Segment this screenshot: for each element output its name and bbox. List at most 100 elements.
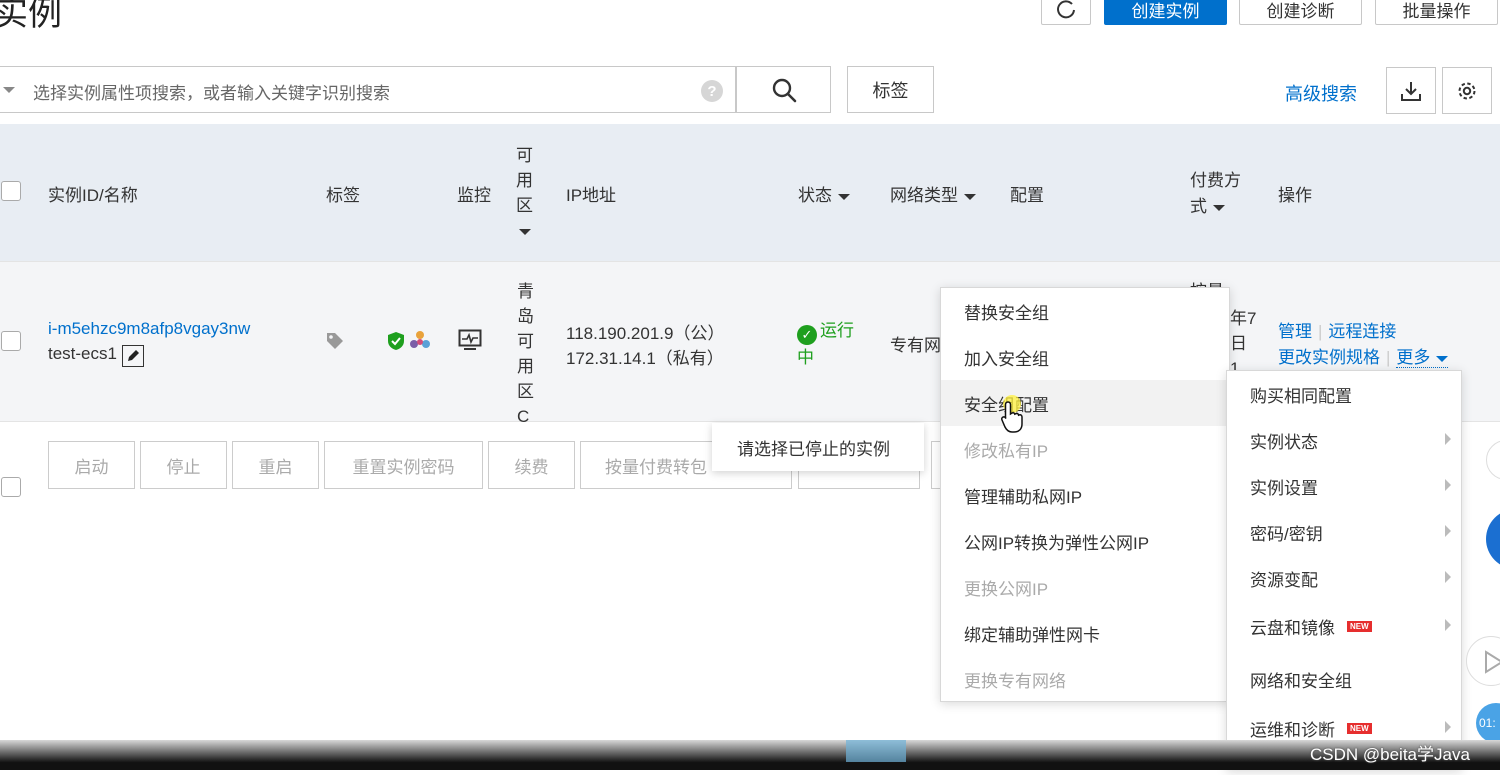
submenu-item[interactable]: 管理辅助私网IP (941, 472, 1229, 518)
tag-icon[interactable] (325, 331, 345, 351)
tag-filter-button[interactable]: 标签 (847, 66, 934, 113)
network-filter-icon[interactable] (964, 193, 976, 200)
submenu-item[interactable]: 安全组配置 (941, 380, 1229, 426)
action-separator: | (1318, 322, 1323, 341)
submenu-item[interactable]: 绑定辅助弹性网卡 (941, 610, 1229, 656)
more-menu-item-label: 密码/密钥 (1250, 524, 1323, 544)
more-menu-item[interactable]: 密码/密钥 (1227, 509, 1461, 555)
gear-icon (1458, 82, 1476, 99)
zone-filter-icon[interactable] (519, 228, 531, 235)
security-shield-icon[interactable] (387, 331, 405, 351)
submenu-item: 修改私有IP (964, 441, 1049, 461)
start-button[interactable]: 启动 (48, 441, 135, 489)
column-zone[interactable]: 可用区 (516, 143, 544, 243)
ip-public: 118.190.201.9（公） (566, 324, 725, 343)
play-icon (1485, 650, 1500, 674)
ip-private: 172.31.14.1（私有） (566, 349, 724, 368)
chevron-right-icon (1445, 433, 1451, 445)
row-actions-line-1: 管理 | 远程连接 (1278, 317, 1396, 342)
advanced-search-link[interactable]: 高级搜索 (1285, 80, 1357, 106)
download-icon (1401, 81, 1421, 101)
column-actions: 操作 (1278, 186, 1312, 205)
search-button[interactable] (736, 66, 831, 113)
settings-button[interactable] (1442, 67, 1492, 114)
hand-cursor-icon (1001, 401, 1023, 433)
floating-widget-1[interactable] (1486, 440, 1500, 480)
status-badge: ✓ 运行中 (797, 318, 863, 370)
video-control-bar-background (0, 740, 1500, 770)
more-dropdown[interactable]: 更多 (1396, 348, 1449, 368)
submenu-item[interactable]: 公网IP转换为弹性公网IP (941, 518, 1229, 564)
submenu-item: 更换专有网络 (964, 671, 1066, 691)
row-checkbox[interactable] (1, 331, 21, 351)
more-menu-item-label: 实例状态 (1250, 432, 1318, 452)
chevron-right-icon (1445, 721, 1451, 733)
stop-button[interactable]: 停止 (140, 441, 227, 489)
search-icon (772, 78, 796, 102)
search-input[interactable]: 选择实例属性项搜索，或者输入关键字识别搜索 ? (0, 66, 736, 113)
column-status[interactable]: 状态 (798, 181, 850, 206)
chevron-down-icon (1436, 355, 1449, 362)
remote-connect-link[interactable]: 远程连接 (1328, 322, 1396, 341)
more-menu-item[interactable]: 网络和安全组 (1227, 656, 1461, 702)
status-filter-icon[interactable] (838, 193, 850, 200)
row-actions-line-2: 更改实例规格 | 更多 (1278, 343, 1449, 368)
floating-play-button[interactable] (1466, 636, 1500, 686)
more-menu-item[interactable]: 实例设置 (1227, 463, 1461, 509)
chevron-right-icon (1445, 479, 1451, 491)
new-badge: NEW (1347, 722, 1372, 734)
create-instance-button[interactable]: 创建实例 (1104, 0, 1227, 25)
monitor-icon[interactable] (458, 329, 482, 351)
video-control-bar (0, 740, 1500, 770)
plugin-icon[interactable] (409, 330, 431, 352)
select-all-checkbox[interactable] (1, 181, 21, 201)
pay-filter-icon[interactable] (1213, 204, 1225, 211)
export-button[interactable] (1386, 67, 1436, 114)
batch-select-checkbox[interactable] (1, 477, 21, 497)
zone-value: 青岛可用区C (517, 282, 534, 426)
column-status-label: 状态 (798, 186, 832, 205)
edit-name-button[interactable] (121, 345, 144, 367)
action-separator: | (1386, 348, 1391, 367)
column-network-label: 网络类型 (890, 186, 958, 205)
instance-name-text: test-ecs1 (48, 344, 117, 363)
reset-password-button[interactable]: 重置实例密码 (324, 441, 483, 489)
chevron-right-icon (1445, 525, 1451, 537)
column-config: 配置 (1010, 186, 1044, 205)
more-actions-menu: 购买相同配置 实例状态实例设置密码/密钥资源变配云盘和镜像 NEW 网络和安全组运维和… (1226, 370, 1462, 770)
refresh-icon (1057, 0, 1075, 18)
column-monitor: 监控 (457, 186, 491, 205)
refresh-button[interactable] (1041, 0, 1091, 25)
submenu-item: 更换公网IP (964, 579, 1049, 599)
more-menu-item[interactable]: 云盘和镜像 NEW (1227, 603, 1461, 649)
submenu-item[interactable]: 加入安全组 (941, 334, 1229, 380)
column-instance-id: 实例ID/名称 (48, 186, 138, 205)
column-pay[interactable]: 付费方式 (1190, 168, 1252, 220)
pencil-icon (127, 350, 139, 361)
network-security-submenu: 替换安全组加入安全组安全组配置修改私有IP 管理辅助私网IP公网IP转换为弹性公网… (940, 287, 1230, 702)
more-menu-item-label: 运维和诊断 (1250, 720, 1335, 740)
more-menu-item-label: 购买相同配置 (1250, 386, 1352, 406)
more-dropdown-label: 更多 (1396, 348, 1431, 367)
submenu-item[interactable]: 替换安全组 (941, 288, 1229, 334)
help-icon[interactable]: ? (701, 80, 723, 102)
column-network[interactable]: 网络类型 (890, 181, 976, 206)
more-menu-item[interactable]: 购买相同配置 (1227, 371, 1461, 417)
renew-button[interactable]: 续费 (488, 441, 575, 489)
more-menu-item-label: 资源变配 (1250, 570, 1318, 590)
more-menu-item[interactable]: 资源变配 (1227, 555, 1461, 601)
column-ip: IP地址 (566, 186, 617, 205)
new-badge: NEW (1347, 620, 1372, 632)
create-diagnosis-button[interactable]: 创建诊断 (1239, 0, 1362, 25)
check-circle-icon: ✓ (797, 324, 817, 345)
restart-button[interactable]: 重启 (232, 441, 319, 489)
batch-operation-button[interactable]: 批量操作 (1375, 0, 1498, 25)
search-filter-dropdown-icon[interactable] (3, 87, 15, 93)
floating-assistant-button[interactable] (1486, 509, 1500, 569)
instance-id-link[interactable]: i-m5ehzc9m8afp8vgay3nw (48, 319, 250, 339)
more-menu-item[interactable]: 实例状态 (1227, 417, 1461, 463)
tooltip: 请选择已停止的实例 (712, 423, 924, 471)
manage-link[interactable]: 管理 (1278, 322, 1312, 341)
column-tag: 标签 (326, 186, 360, 205)
change-spec-link[interactable]: 更改实例规格 (1278, 348, 1380, 367)
